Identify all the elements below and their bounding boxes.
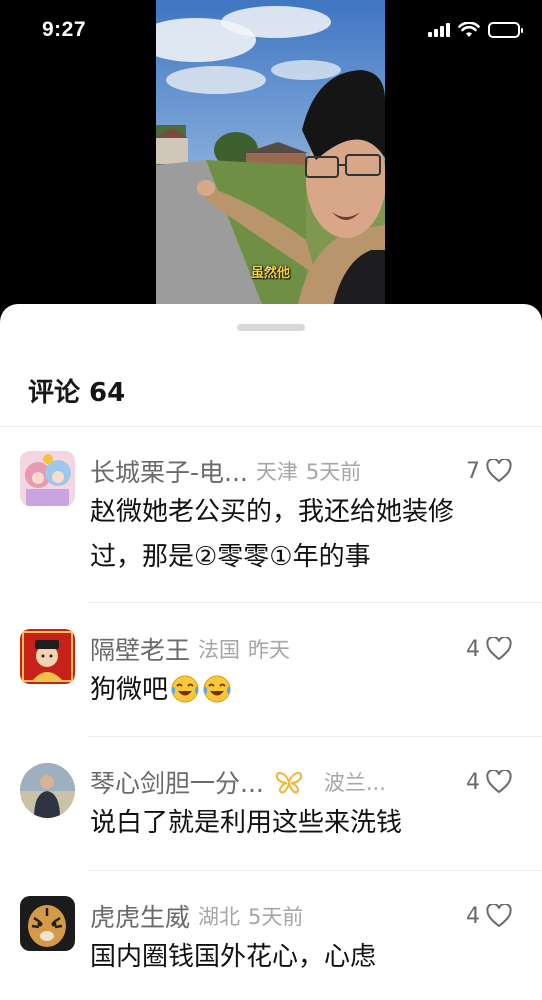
heart-icon (486, 904, 512, 928)
butterfly-badge-icon (274, 770, 304, 794)
comment-divider (88, 870, 542, 871)
comment-time: 昨天 (248, 638, 291, 662)
comment-location: 天津 (255, 460, 298, 484)
comment-location: 波兰... (323, 771, 386, 795)
like-count: 4 (466, 903, 480, 929)
heart-icon (486, 637, 512, 661)
comment-text: 赵微她老公买的，我还给她装修过，那是②零零①年的事 (90, 497, 455, 572)
sheet-drag-handle[interactable] (237, 324, 305, 331)
comment-time: 5天前 (305, 460, 362, 484)
battery-icon (488, 22, 523, 38)
like-count: 4 (466, 769, 480, 795)
heart-icon (486, 459, 512, 483)
person-photo-avatar-image (20, 763, 75, 818)
comment-text: 国内圈钱国外花心，心虑 (90, 942, 377, 972)
comment-username[interactable]: 长城栗子-电... (90, 453, 248, 489)
status-bar: 9:27 (0, 0, 542, 66)
wifi-icon (458, 22, 480, 37)
cellular-signal-icon (428, 23, 450, 37)
comment-location: 法国 (198, 638, 241, 662)
crying-laughing-emoji-icon (203, 675, 231, 703)
comment-username[interactable]: 琴心剑胆一分... (90, 764, 264, 800)
comment-location: 湖北 (198, 905, 241, 929)
like-button[interactable]: 4 (466, 632, 512, 666)
comments-title: 评论 64 (28, 378, 126, 408)
comment-text: 说白了就是利用这些来洗钱 (90, 808, 403, 838)
video-subtitle: 虽然他 (250, 266, 290, 281)
comments-sheet: 评论 64 长城栗子-电... 天津 5天前 7 赵微她老公买的，我还给她装修过… (0, 304, 542, 1000)
heart-icon (486, 770, 512, 794)
user-avatar[interactable] (20, 896, 75, 951)
header-divider (0, 426, 542, 427)
tiger-avatar-image (20, 896, 75, 951)
comment-divider (88, 736, 542, 737)
comment-time: 5天前 (248, 905, 304, 929)
user-avatar[interactable] (20, 451, 75, 506)
crying-laughing-emoji-icon (171, 675, 199, 703)
user-avatar[interactable] (20, 629, 75, 684)
system-icons (428, 22, 523, 38)
anime-avatar-image (20, 451, 75, 506)
user-avatar[interactable] (20, 763, 75, 818)
like-count: 7 (466, 458, 480, 484)
like-button[interactable]: 7 (466, 454, 512, 488)
status-time: 9:27 (42, 18, 87, 41)
like-button[interactable]: 4 (466, 765, 512, 799)
like-button[interactable]: 4 (466, 899, 512, 933)
like-count: 4 (466, 636, 480, 662)
comment-username[interactable]: 虎虎生威 (90, 898, 190, 934)
comment-text: 狗微吧 (90, 675, 169, 705)
comment-divider (88, 602, 542, 603)
comment-text-row: 狗微吧 (90, 668, 502, 713)
god-of-wealth-avatar-image (20, 629, 75, 684)
comment-username[interactable]: 隔壁老王 (90, 631, 190, 667)
